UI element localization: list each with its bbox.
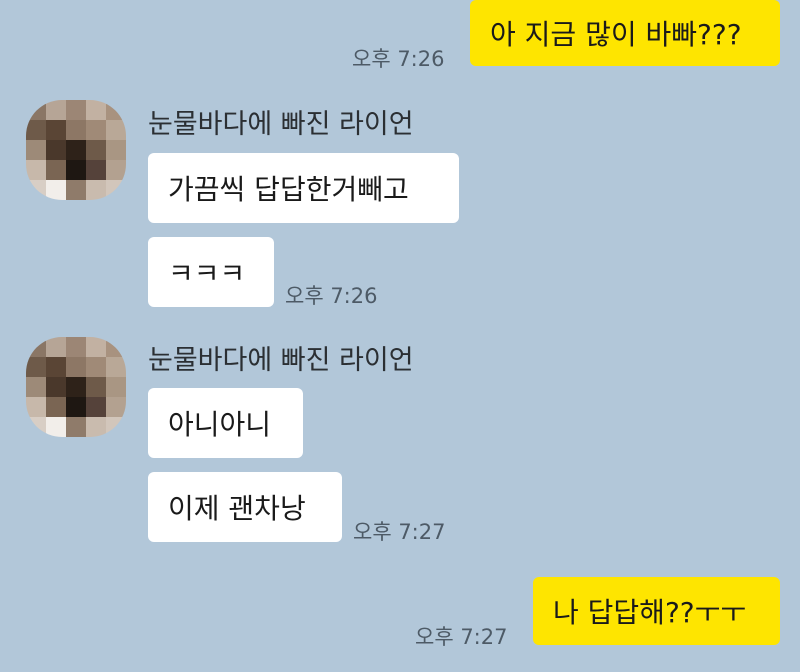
- sender-name: 눈물바다에 빠진 라이언: [148, 109, 414, 140]
- incoming-message-bubble[interactable]: 이제 괜차낭: [148, 472, 342, 542]
- outgoing-message-bubble[interactable]: 나 답답해??ㅜㅜ: [533, 577, 780, 645]
- avatar-icon[interactable]: [26, 100, 126, 200]
- incoming-message-bubble[interactable]: 아니아니: [148, 388, 303, 458]
- message-time: 오후 7:26: [285, 284, 378, 308]
- sender-name: 눈물바다에 빠진 라이언: [148, 345, 414, 376]
- message-time: 오후 7:27: [353, 520, 446, 544]
- message-time: 오후 7:27: [415, 625, 508, 649]
- incoming-message-bubble[interactable]: 가끔씩 답답한거빼고: [148, 153, 459, 223]
- incoming-message-bubble[interactable]: ㅋㅋㅋ: [148, 237, 274, 307]
- message-time: 오후 7:26: [352, 47, 445, 71]
- outgoing-message-bubble[interactable]: 아 지금 많이 바빠???: [470, 0, 780, 66]
- avatar-icon[interactable]: [26, 337, 126, 437]
